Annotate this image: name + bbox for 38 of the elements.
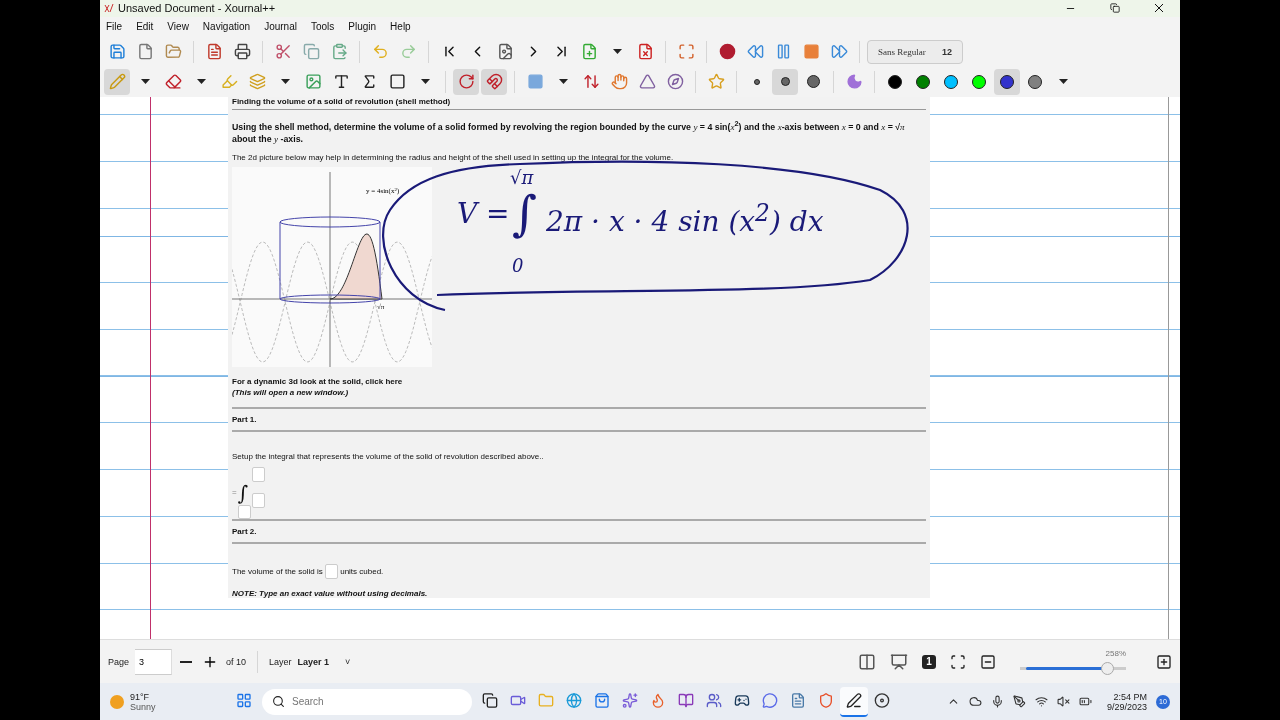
clock-time: 2:54 PM: [1113, 691, 1147, 702]
question-heading: Finding the volume of a solid of revolution (shell method): [232, 96, 926, 110]
note-text: NOTE: Type an exact value without using decimals.: [232, 588, 429, 598]
menu-item[interactable]: View: [167, 21, 189, 33]
zoom-reset-button[interactable]: 1: [922, 654, 936, 669]
zoom-reading: 258%: [1105, 648, 1126, 658]
prompt-text: Setup the integral that represents the volume of the solid of revolution described above..: [232, 451, 545, 461]
menu-item[interactable]: Journal: [264, 21, 297, 33]
question-text: Using the shell method, determine the volume of a solid formed by revolving the region bounded by the curve y = 4 sin(x$^{2}$) and the x-axis between x = 0 and x = √π about the y -axis.: [232, 117, 906, 145]
menu-item[interactable]: Edit: [136, 21, 154, 33]
part-title: Part 1.: [232, 413, 258, 426]
handwritten-text: 2π · x · 4 sin (x$^{2}$) dx: [546, 198, 824, 239]
part-title: Part 2.: [232, 525, 258, 538]
handwritten-text: V =: [457, 196, 510, 230]
font-button[interactable]: Sans Regular 12: [867, 39, 963, 64]
menu-item[interactable]: Tools: [310, 21, 335, 33]
menu-item[interactable]: Plugin: [348, 21, 377, 33]
page-count: of 10: [226, 656, 247, 667]
temperature: 91°F: [130, 691, 151, 702]
weather-condition: Sunny: [130, 701, 156, 712]
window-note: (This will open a new window.): [232, 387, 350, 397]
link[interactable]: here: [385, 376, 403, 386]
integral-sign: ∫: [237, 480, 250, 505]
clock-date: 9/29/2023: [1106, 701, 1147, 712]
menu-item[interactable]: Navigation: [202, 21, 251, 33]
page-field[interactable]: 3: [135, 648, 173, 675]
equals-sign: =: [232, 488, 237, 498]
menu-item[interactable]: File: [106, 21, 123, 33]
handwritten-text: 0: [512, 254, 524, 276]
layer-label: Layer: [269, 656, 292, 667]
menu-item[interactable]: Help: [390, 21, 411, 33]
answer-sentence: The volume of the solid is units cubed.: [232, 563, 926, 579]
window-title: Unsaved Document - Xournal++: [118, 2, 276, 15]
search-field[interactable]: Search: [262, 688, 472, 715]
page-label: Page: [108, 656, 130, 667]
layer-caret[interactable]: ˅: [345, 656, 351, 667]
layer-name: Layer 1: [297, 656, 330, 667]
link-sentence: For a dynamic 3d look at the solid, click here: [232, 376, 404, 386]
